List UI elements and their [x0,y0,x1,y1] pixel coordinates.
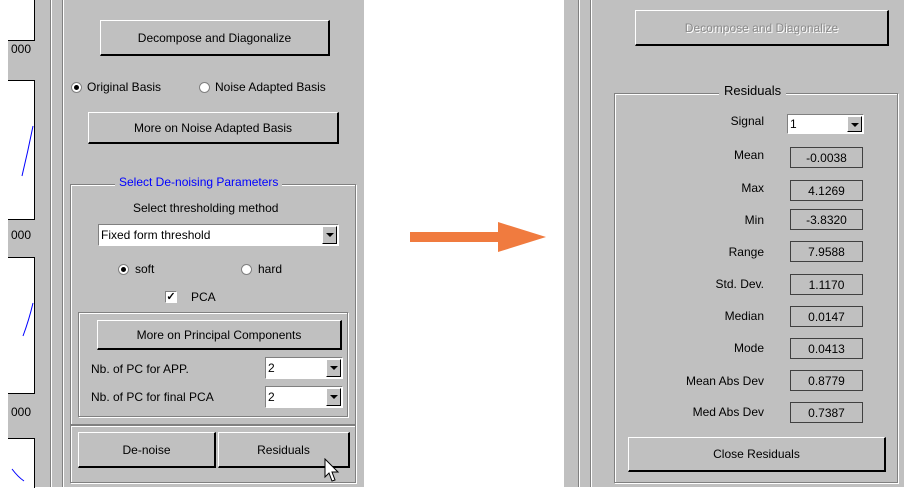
hard-radio[interactable] [241,264,252,275]
basis-original-radio[interactable] [71,82,82,93]
pc-app-select[interactable]: 2 [265,357,343,379]
pc-final-value: 2 [268,390,275,404]
divider [591,0,592,487]
signal-value: 1 [790,117,797,131]
denoise-button[interactable]: De-noise [78,432,216,468]
chevron-down-icon[interactable] [326,388,341,406]
signal-select[interactable]: 1 [787,114,864,134]
stat-label-med-abs-dev: Med Abs Dev [692,405,764,419]
divider [63,0,64,487]
stat-label-min: Min [744,213,764,227]
stat-label-mean: Mean [733,148,764,162]
more-noise-basis-button[interactable]: More on Noise Adapted Basis [88,112,339,144]
stat-label-mean-abs-dev: Mean Abs Dev [685,374,764,388]
basis-noise-radio[interactable] [199,82,210,93]
stat-label-max: Max [741,181,764,195]
plot-line [21,125,34,177]
pca-checkbox[interactable]: ✓ [165,291,177,303]
stat-value-range: 7.9588 [790,241,863,262]
plot-line [22,302,34,337]
decompose-button-disabled[interactable]: Decompose and Diagonalize [635,10,889,46]
plot-axes-2 [8,80,35,220]
axis-tick-label: 000 [11,228,32,242]
stat-value-max: 4.1269 [790,180,863,201]
plot-strip: 000 000 000 [8,0,44,488]
chevron-down-icon[interactable] [326,359,341,377]
pc-app-label: Nb. of PC for APP. [91,362,189,376]
threshold-method-label: Select thresholding method [133,201,279,215]
mouse-cursor-icon [324,458,340,482]
plot-axes-1 [8,0,35,41]
transition-arrow-icon [410,222,546,252]
more-pc-button[interactable]: More on Principal Components [97,320,342,350]
chevron-down-icon[interactable] [322,226,337,244]
stat-label-std-dev: Std. Dev. [715,277,764,291]
pc-app-value: 2 [268,361,275,375]
stat-value-mode: 0.0413 [790,338,863,359]
stat-value-med-abs-dev: 0.7387 [790,402,863,423]
axis-tick-label: 000 [11,405,32,419]
threshold-method-select[interactable]: Fixed form threshold [98,224,339,246]
stat-label-range: Range [728,245,764,259]
hard-label: hard [258,262,283,276]
decompose-button[interactable]: Decompose and Diagonalize [100,20,330,56]
stat-value-median: 0.0147 [790,306,863,327]
left-screenshot: 000 000 000 Decompose and Diagonalize Or… [8,0,364,488]
residuals-group-title: Residuals [719,83,787,98]
signal-label: Signal [730,114,764,128]
stat-value-min: -3.8320 [790,209,863,230]
plot-line [11,468,25,482]
basis-noise-label: Noise Adapted Basis [215,80,326,94]
divider [579,0,580,487]
soft-radio[interactable] [118,264,129,275]
stat-value-std-dev: 1.1170 [790,274,863,295]
threshold-method-value: Fixed form threshold [101,228,211,242]
stat-label-mode: Mode [733,341,764,355]
close-residuals-button[interactable]: Close Residuals [628,437,886,472]
plot-axes-4 [8,438,35,488]
denoise-group-title: Select De-noising Parameters [115,175,283,189]
stat-label-median: Median [724,309,764,323]
stat-value-mean-abs-dev: 0.8779 [790,370,863,391]
plot-axes-3 [8,257,35,394]
pc-final-select[interactable]: 2 [265,386,343,408]
pc-final-label: Nb. of PC for final PCA [91,390,214,404]
basis-original-label: Original Basis [87,80,162,94]
right-screenshot: Decompose and Diagonalize Residuals Sign… [564,0,904,487]
divider [51,0,52,487]
axis-tick-label: 000 [11,42,32,56]
chevron-down-icon[interactable] [847,116,862,132]
stat-value-mean: -0.0038 [790,147,863,168]
soft-label: soft [135,262,155,276]
pca-label: PCA [191,290,216,304]
